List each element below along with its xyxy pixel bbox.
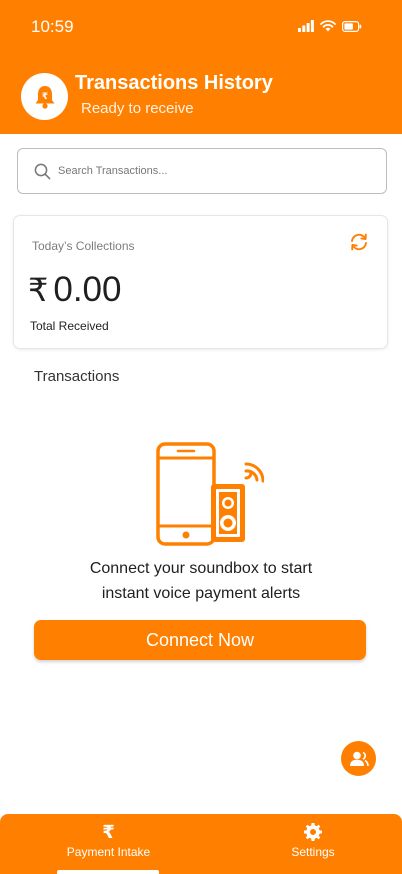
search-box[interactable] <box>17 148 387 194</box>
bell-rupee-icon: ₹ <box>35 85 54 109</box>
nav-item-payment-intake[interactable]: ₹ Payment Intake <box>60 821 157 860</box>
wifi-icon <box>320 20 336 32</box>
user-fab-button[interactable] <box>341 741 376 776</box>
total-received-label: Total Received <box>30 319 109 333</box>
collections-label: Today’s Collections <box>32 239 135 253</box>
svg-text:₹: ₹ <box>41 92 47 102</box>
nav-item-settings[interactable]: Settings <box>283 822 343 859</box>
refresh-icon[interactable] <box>348 232 370 252</box>
nav-label-payment-intake: Payment Intake <box>66 845 151 859</box>
connect-now-button[interactable]: Connect Now <box>34 620 366 660</box>
nav-label-settings: Settings <box>291 845 335 859</box>
gear-icon <box>304 823 322 841</box>
page-subtitle: Ready to receive <box>81 100 194 117</box>
app-header: 10:59 ₹ Transactions History Ready to re… <box>0 0 402 134</box>
total-amount: 0.00 <box>53 270 122 309</box>
bottom-nav: ₹ Payment Intake Settings <box>0 814 402 874</box>
page-title: Transactions History <box>75 72 273 94</box>
empty-state-line-1: Connect your soundbox to start <box>89 560 313 577</box>
empty-state-line-2: instant voice payment alerts <box>101 585 301 602</box>
user-icon <box>349 751 369 766</box>
transactions-heading: Transactions <box>34 368 120 385</box>
collections-card: Today’s Collections ₹ 0.00 Total Receive… <box>14 216 387 348</box>
battery-icon <box>342 20 362 32</box>
status-time: 10:59 <box>31 17 74 36</box>
amount-display: ₹ 0.00 <box>28 272 121 307</box>
signal-icon <box>298 20 314 32</box>
bell-avatar: ₹ <box>21 73 68 120</box>
empty-state-message: Connect your soundbox to start instant v… <box>0 556 402 606</box>
search-input[interactable] <box>58 165 358 177</box>
soundbox-illustration <box>156 442 264 546</box>
status-icons <box>298 20 362 32</box>
currency-symbol: ₹ <box>28 271 49 308</box>
rupee-icon: ₹ <box>102 821 115 842</box>
search-icon <box>34 163 51 179</box>
active-tab-indicator <box>57 870 159 874</box>
